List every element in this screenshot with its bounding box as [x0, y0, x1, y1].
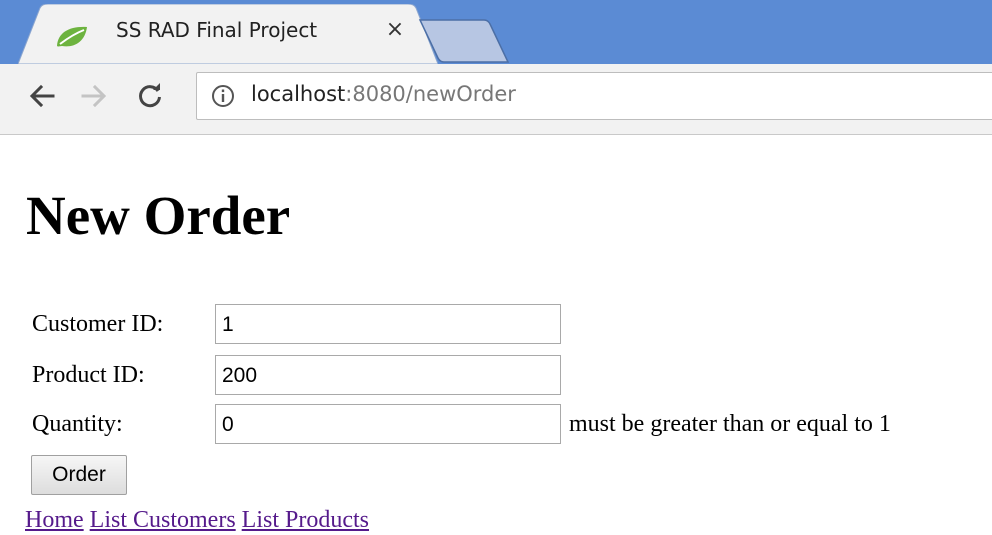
footer-links: Home List Customers List Products: [25, 506, 369, 534]
quantity-error-message: must be greater than or equal to 1: [569, 411, 891, 437]
home-link[interactable]: Home: [25, 507, 84, 533]
tab-title: SS RAD Final Project: [116, 18, 318, 42]
browser-tab-strip: SS RAD Final Project ×: [0, 0, 992, 64]
product-id-label: Product ID:: [32, 362, 145, 388]
reload-button[interactable]: [130, 76, 170, 116]
list-customers-link[interactable]: List Customers: [90, 507, 236, 533]
browser-tab-active[interactable]: SS RAD Final Project ×: [18, 4, 438, 64]
new-tab-button[interactable]: [418, 18, 514, 64]
url-path: :8080/newOrder: [345, 82, 516, 106]
forward-button[interactable]: [74, 76, 114, 116]
quantity-label: Quantity:: [32, 411, 123, 437]
quantity-input[interactable]: [215, 404, 561, 444]
spring-leaf-icon: [57, 26, 87, 47]
info-icon[interactable]: [211, 84, 235, 108]
product-id-input[interactable]: [215, 355, 561, 395]
list-products-link[interactable]: List Products: [242, 507, 369, 533]
browser-toolbar: localhost:8080/newOrder: [0, 64, 992, 135]
url-text: localhost:8080/newOrder: [251, 82, 516, 106]
customer-id-label: Customer ID:: [32, 311, 164, 337]
page-title: New Order: [26, 185, 291, 246]
address-bar[interactable]: localhost:8080/newOrder: [196, 72, 992, 120]
back-arrow-icon: [29, 84, 55, 108]
url-host: localhost: [251, 82, 346, 106]
forward-arrow-icon: [81, 84, 107, 108]
customer-id-input[interactable]: [215, 304, 561, 344]
close-tab-icon[interactable]: ×: [382, 17, 408, 42]
reload-icon: [139, 83, 161, 108]
back-button[interactable]: [22, 76, 62, 116]
order-submit-button[interactable]: Order: [31, 455, 127, 495]
